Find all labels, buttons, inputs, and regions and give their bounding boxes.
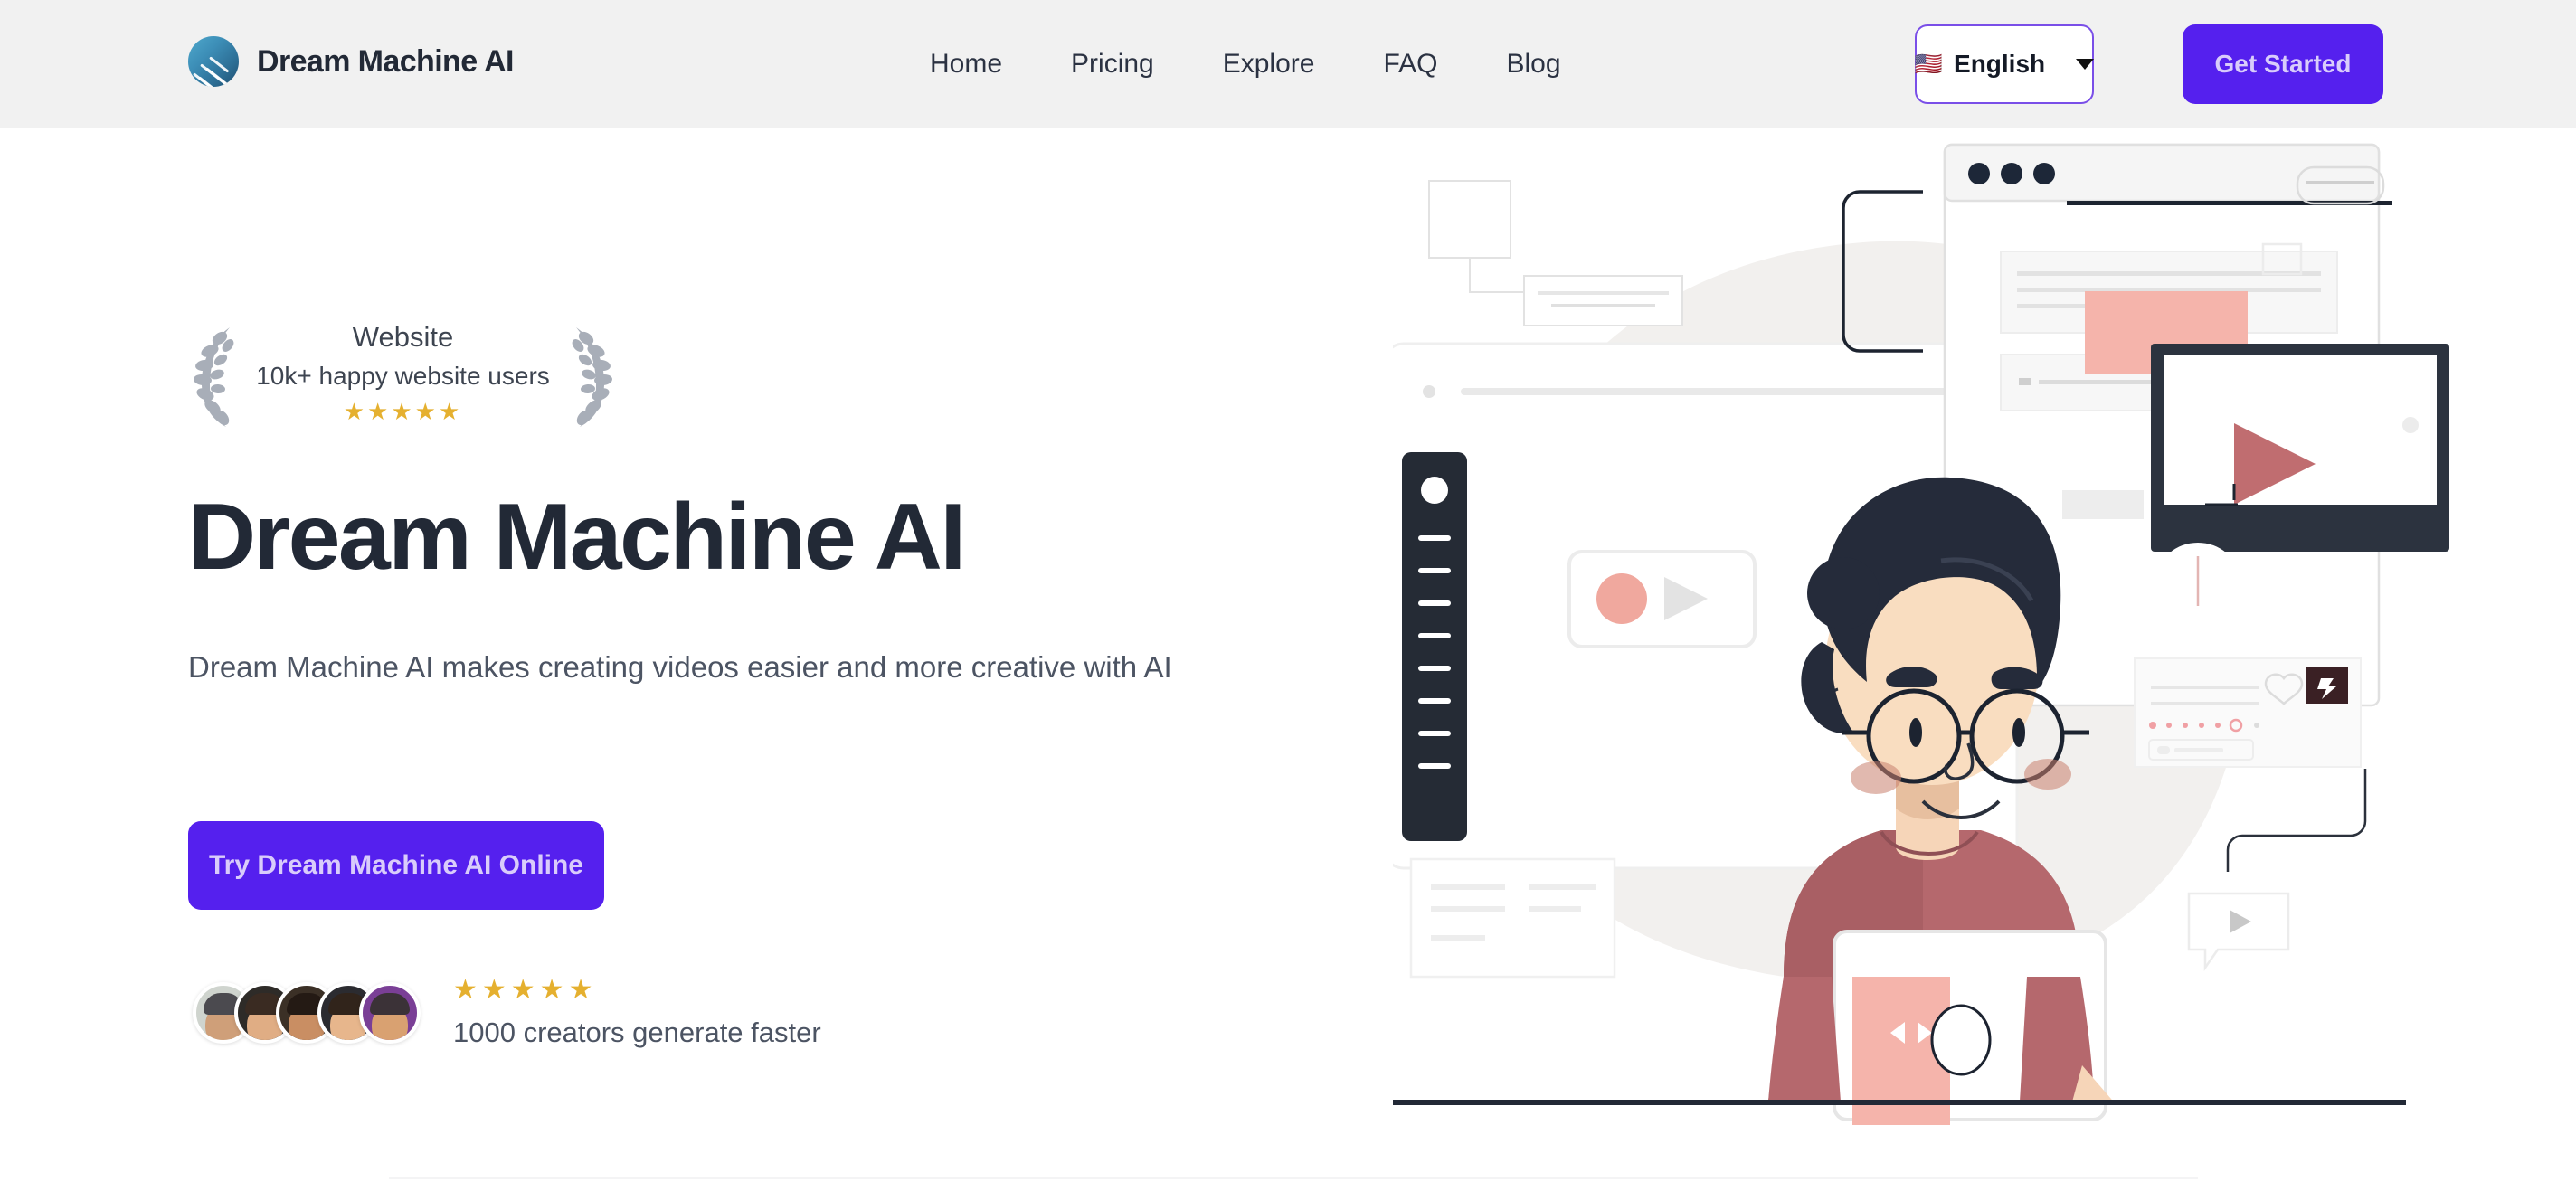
site-header: Dream Machine AI Home Pricing Explore FA…: [0, 0, 2576, 128]
hero-subheadline: Dream Machine AI makes creating videos e…: [188, 650, 1172, 684]
get-started-button[interactable]: Get Started: [2183, 24, 2383, 104]
badge-star-rating: ★★★★★: [343, 397, 463, 425]
social-proof: ★★★★★ 1000 creators generate faster: [193, 977, 821, 1049]
nav-item-pricing[interactable]: Pricing: [1037, 49, 1189, 80]
nav-item-home[interactable]: Home: [895, 49, 1037, 80]
awards-badge: Website 10k+ happy website users ★★★★★: [188, 318, 618, 436]
badge-subtitle: 10k+ happy website users: [256, 361, 550, 390]
brand-name: Dream Machine AI: [257, 43, 515, 79]
badge-title: Website: [352, 321, 454, 353]
avatar-group: [193, 982, 421, 1044]
nav-item-blog[interactable]: Blog: [1472, 49, 1595, 80]
social-proof-stars: ★★★★★: [453, 975, 598, 1005]
brand-logo-link[interactable]: Dream Machine AI: [188, 36, 515, 87]
nav-item-explore[interactable]: Explore: [1189, 49, 1350, 80]
social-proof-text: 1000 creators generate faster: [453, 1017, 821, 1048]
avatar: [359, 982, 421, 1044]
chevron-down-icon: [2076, 59, 2095, 70]
section-divider: [389, 1177, 2198, 1179]
main-navigation: Home Pricing Explore FAQ Blog: [895, 0, 1596, 128]
language-label: English: [1954, 50, 2046, 78]
page-title: Dream Machine AI: [188, 485, 966, 590]
video-creator-illustration: [1393, 136, 2460, 1130]
language-selector[interactable]: 🇺🇸 English: [1914, 24, 2095, 104]
landing-page: Dream Machine AI Home Pricing Explore FA…: [0, 0, 2576, 1201]
us-flag-icon: 🇺🇸: [1914, 51, 1944, 77]
dream-machine-logo-icon: [188, 36, 239, 87]
try-online-button[interactable]: Try Dream Machine AI Online: [188, 821, 604, 910]
nav-item-faq[interactable]: FAQ: [1349, 49, 1472, 80]
